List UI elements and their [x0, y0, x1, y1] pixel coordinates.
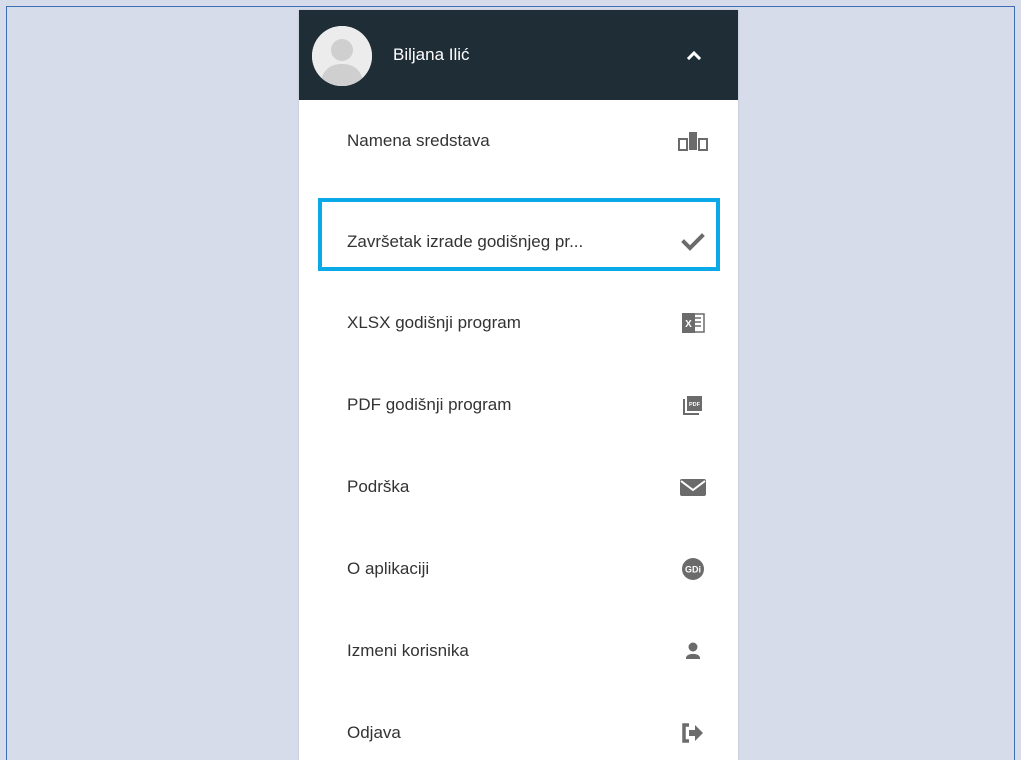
- menu-item-label: Izmeni korisnika: [347, 640, 469, 660]
- user-name: Biljana Ilić: [393, 45, 470, 64]
- user-menu-dropdown: Biljana Ilić Namena sredstava Završetak …: [299, 10, 738, 760]
- menu-item-xlsx-godisnji-program[interactable]: XLSX godišnji program X: [299, 282, 738, 363]
- menu-item-label: Završetak izrade godišnjeg pr...: [347, 231, 584, 251]
- svg-text:X: X: [685, 319, 692, 330]
- pdf-icon: PDF: [673, 391, 713, 419]
- menu-item-label: Odjava: [347, 722, 401, 742]
- gdi-logo-icon: GDi: [673, 555, 713, 583]
- svg-text:GDi: GDi: [685, 564, 701, 574]
- user-menu-header[interactable]: Biljana Ilić: [299, 10, 738, 100]
- envelope-icon: [673, 473, 713, 501]
- menu-item-zavrsetak-izrade[interactable]: Završetak izrade godišnjeg pr...: [299, 201, 738, 282]
- menu-item-odjava[interactable]: Odjava: [299, 692, 738, 760]
- svg-text:PDF: PDF: [689, 402, 701, 408]
- menu-item-label: XLSX godišnji program: [347, 312, 521, 332]
- menu-item-label: Podrška: [347, 476, 410, 496]
- sign-out-icon: [673, 719, 713, 747]
- menu-item-label: PDF godišnji program: [347, 394, 512, 414]
- menu-item-label: O aplikaciji: [347, 558, 430, 578]
- bar-chart-icon: [673, 127, 713, 155]
- avatar-placeholder-icon: [312, 26, 372, 86]
- menu-item-o-aplikaciji[interactable]: O aplikaciji GDi: [299, 528, 738, 609]
- menu-item-namena-sredstava[interactable]: Namena sredstava: [299, 100, 738, 181]
- chevron-up-icon: [687, 50, 701, 60]
- menu-item-izmeni-korisnika[interactable]: Izmeni korisnika: [299, 610, 738, 691]
- menu-item-podrska[interactable]: Podrška: [299, 446, 738, 527]
- avatar: [312, 26, 372, 86]
- user-icon: [673, 637, 713, 665]
- collapse-toggle-button[interactable]: [679, 40, 709, 70]
- menu-item-label: Namena sredstava: [347, 130, 490, 150]
- checkmark-icon: [673, 228, 713, 256]
- menu-item-pdf-godisnji-program[interactable]: PDF godišnji program PDF: [299, 364, 738, 445]
- excel-icon: X: [673, 309, 713, 337]
